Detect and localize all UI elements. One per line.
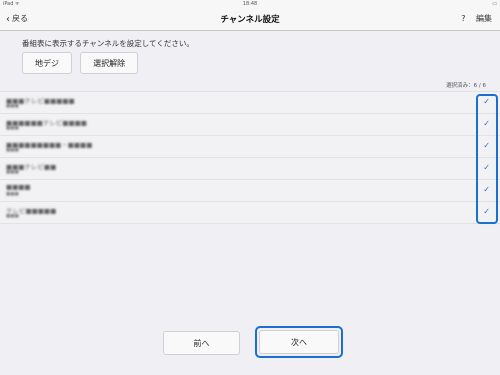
channel-sub: ■■■ <box>6 214 19 219</box>
selected-count: 選択済み：6 / 6 <box>446 83 486 89</box>
checkmark-icon[interactable]: ✓ <box>483 163 490 172</box>
list-item[interactable]: ■■■テレビ■■■■■ ■■■ ✓ <box>0 91 500 114</box>
checkmark-icon[interactable]: ✓ <box>483 141 490 150</box>
filter-buttons: 地デジ 選択解除 <box>22 51 141 74</box>
instruction-text: 番組表に表示するチャンネルを設定してください。 <box>22 39 194 48</box>
channel-name: ■■■■ <box>6 183 31 191</box>
channel-sub: ■■■ <box>6 170 19 175</box>
list-item[interactable]: ■■■テレビ■■ ■■■ ✓ <box>0 158 500 180</box>
status-time: 18:48 <box>242 1 258 7</box>
channel-sub: ■■■ <box>6 148 19 153</box>
status-bar: iPad ᯤ 18:48 ▭ <box>0 0 500 8</box>
help-button[interactable]: ? <box>461 14 465 23</box>
list-item[interactable]: ■■■■■■■■■・■■■■ ■■■ ✓ <box>0 136 500 158</box>
list-item[interactable]: ■■■■■■テレビ■■■■ ■■■ ✓ <box>0 114 500 136</box>
list-item[interactable]: ■■■■ ■■■ ✓ <box>0 180 500 202</box>
page-title: チャンネル設定 <box>220 15 280 25</box>
checkmark-icon[interactable]: ✓ <box>483 97 490 106</box>
next-button[interactable]: 次へ <box>259 330 339 354</box>
channel-sub: ■■■ <box>6 126 19 131</box>
channel-name: ■■■■■■■■■・■■■■ <box>6 141 93 149</box>
checkmark-icon[interactable]: ✓ <box>483 207 490 216</box>
channel-sub: ■■■ <box>6 104 19 109</box>
navigation-bar: ‹ 戻る チャンネル設定 ? 編集 <box>0 8 500 31</box>
deselect-all-button[interactable]: 選択解除 <box>80 52 139 74</box>
list-item[interactable]: テレビ■■■■■ ■■■ ✓ <box>0 202 500 224</box>
battery-icon: ▭ <box>492 1 497 7</box>
terrestrial-button[interactable]: 地デジ <box>22 52 72 74</box>
channel-sub: ■■■ <box>6 192 19 197</box>
checkmark-icon[interactable]: ✓ <box>483 119 490 128</box>
channel-list: ■■■テレビ■■■■■ ■■■ ✓ ■■■■■■テレビ■■■■ ■■■ ✓ ■■… <box>0 91 500 224</box>
prev-button[interactable]: 前へ <box>163 331 240 355</box>
nav-actions: ? 編集 <box>453 13 492 24</box>
checkmark-icon[interactable]: ✓ <box>483 185 490 194</box>
edit-button[interactable]: 編集 <box>476 14 492 23</box>
